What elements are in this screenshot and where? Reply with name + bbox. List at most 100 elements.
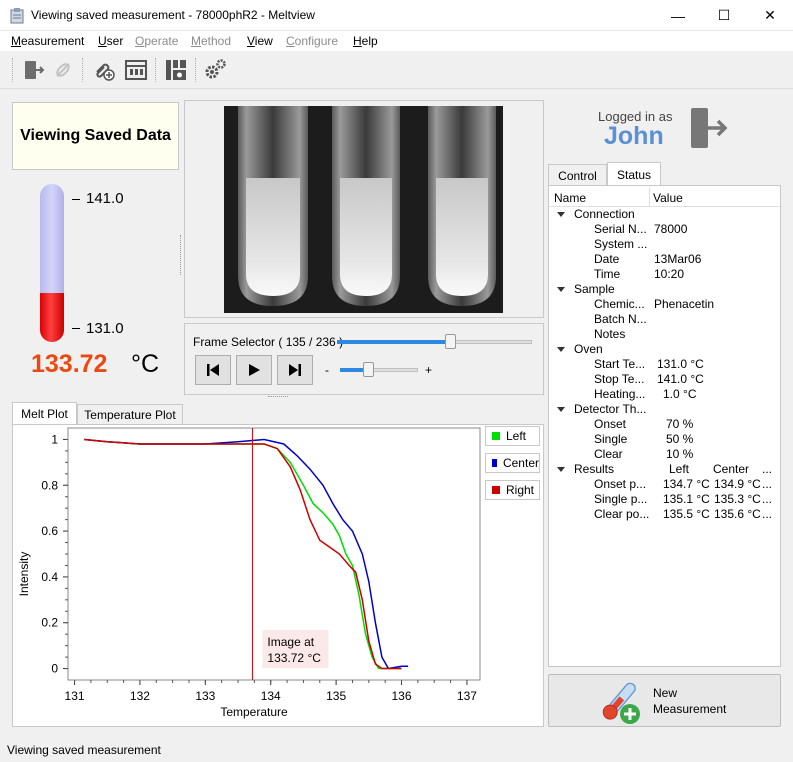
thermo-max-label: 141.0 <box>86 190 124 207</box>
camera-grid-icon[interactable] <box>164 58 188 82</box>
logout-icon[interactable] <box>22 58 46 82</box>
splitter-handle[interactable] <box>180 235 183 275</box>
legend-swatch <box>492 459 497 467</box>
close-button[interactable]: ✕ <box>747 0 793 31</box>
row-value: 10:20 <box>654 267 685 281</box>
legend-center[interactable]: Center <box>485 453 540 473</box>
annotation-line-1: Image at <box>267 635 314 649</box>
group-results[interactable]: Results <box>574 462 614 477</box>
toolbar-separator <box>82 58 83 82</box>
x-axis-label: Temperature <box>220 705 288 719</box>
legend-swatch <box>492 432 500 440</box>
frame-slider-handle[interactable] <box>445 334 456 349</box>
menu-help[interactable]: Help <box>353 34 378 48</box>
menu-view[interactable]: View <box>247 34 273 48</box>
y-tick-label: 0.4 <box>41 570 58 584</box>
menu-measurement[interactable]: Measurement <box>11 34 84 48</box>
y-axis-label: Intensity <box>17 552 31 597</box>
x-tick-label: 133 <box>195 689 215 703</box>
row-name: Serial N... <box>594 222 647 236</box>
row-name: Chemic... <box>594 297 645 311</box>
legend-left[interactable]: Left <box>485 426 540 446</box>
group-connection[interactable]: Connection <box>574 207 635 222</box>
row-name: Onset <box>594 417 627 431</box>
first-frame-button[interactable] <box>195 355 231 385</box>
expand-arrow-icon[interactable] <box>557 347 565 352</box>
display-icon[interactable] <box>124 58 148 82</box>
menu-operate[interactable]: Operate <box>135 34 178 48</box>
maximize-button[interactable]: ☐ <box>701 0 747 31</box>
frame-selector-label: Frame Selector ( 135 / 236 ) <box>193 335 344 349</box>
row-value: 141.0 °C <box>657 372 704 386</box>
legend-right[interactable]: Right <box>485 480 540 500</box>
new-measurement-label-2: Measurement <box>653 702 727 716</box>
row-value: 78000 <box>654 222 688 236</box>
thermo-tick-max <box>72 199 80 200</box>
frame-slider-fill <box>337 340 445 344</box>
zoom-slider-handle[interactable] <box>363 362 374 377</box>
melt-plot-chart[interactable]: 0 0.2 0.4 0.6 0.8 1 131 132 133 134 135 136 137 Tempe… <box>12 424 482 726</box>
attach-add-icon[interactable] <box>92 58 116 82</box>
expand-arrow-icon[interactable] <box>557 467 565 472</box>
close-icon: ✕ <box>764 7 776 23</box>
results-col-more: ... <box>762 462 773 476</box>
thermo-tick-min <box>72 328 80 329</box>
expand-arrow-icon[interactable] <box>557 407 565 412</box>
logout-icon[interactable] <box>690 107 728 149</box>
app-icon <box>10 8 24 24</box>
x-tick-label: 134 <box>261 689 281 703</box>
row-name: Clear <box>594 447 623 461</box>
row-name: Single <box>594 432 628 446</box>
toolbar-grip <box>12 58 13 82</box>
zoom-plus: + <box>425 363 433 377</box>
menu-user[interactable]: User <box>98 34 123 48</box>
row-name: Clear po... <box>594 507 650 521</box>
new-measurement-label-1: New <box>653 686 678 700</box>
header-name[interactable]: Name <box>554 191 586 205</box>
row-name: Single p... <box>594 492 648 506</box>
row-value: ... <box>762 492 773 506</box>
row-value: 135.3 °C <box>714 492 761 506</box>
group-oven[interactable]: Oven <box>574 342 603 357</box>
row-name: Batch N... <box>594 312 647 326</box>
tab-control[interactable]: Control <box>548 164 607 186</box>
expand-arrow-icon[interactable] <box>557 212 565 217</box>
row-value: ... <box>762 477 773 491</box>
row-value: 134.7 °C <box>663 477 710 491</box>
expand-arrow-icon[interactable] <box>557 287 565 292</box>
play-button[interactable] <box>236 355 272 385</box>
last-frame-button[interactable] <box>277 355 313 385</box>
tab-melt-plot[interactable]: Melt Plot <box>12 402 77 425</box>
temperature-unit: °C <box>131 350 160 378</box>
group-detector-thresholds[interactable]: Detector Th... <box>574 402 646 417</box>
row-value: 131.0 °C <box>657 357 704 371</box>
menu-configure[interactable]: Configure <box>286 34 338 48</box>
row-value: ... <box>762 507 773 521</box>
unlink-icon[interactable] <box>51 58 75 82</box>
row-name: Time <box>594 267 621 281</box>
play-icon <box>249 364 260 376</box>
row-name: Date <box>594 252 620 266</box>
menu-method[interactable]: Method <box>191 34 231 48</box>
tab-status[interactable]: Status <box>607 162 661 186</box>
results-col-center: Center <box>713 462 750 476</box>
header-value[interactable]: Value <box>653 191 683 205</box>
current-temperature: 133.72 <box>31 350 108 378</box>
row-value: 135.5 °C <box>663 507 710 521</box>
row-name: Onset p... <box>594 477 647 491</box>
splitter-handle[interactable] <box>268 396 288 398</box>
row-value: 134.9 °C <box>714 477 761 491</box>
annotation-line-2: 133.72 °C <box>267 651 321 665</box>
settings-icon[interactable] <box>203 58 227 82</box>
minimize-button[interactable]: — <box>655 0 701 31</box>
tab-temperature-plot[interactable]: Temperature Plot <box>77 404 183 425</box>
thermo-min-label: 131.0 <box>86 320 124 337</box>
row-name: Start Te... <box>594 357 646 371</box>
new-measurement-button[interactable] <box>548 674 781 727</box>
group-sample[interactable]: Sample <box>574 282 615 297</box>
thermometer-add-icon <box>602 682 640 724</box>
row-value: 70 % <box>666 417 694 431</box>
y-tick-label: 0.8 <box>41 478 58 492</box>
row-value: 50 % <box>666 432 694 446</box>
toolbar-separator <box>195 58 196 82</box>
